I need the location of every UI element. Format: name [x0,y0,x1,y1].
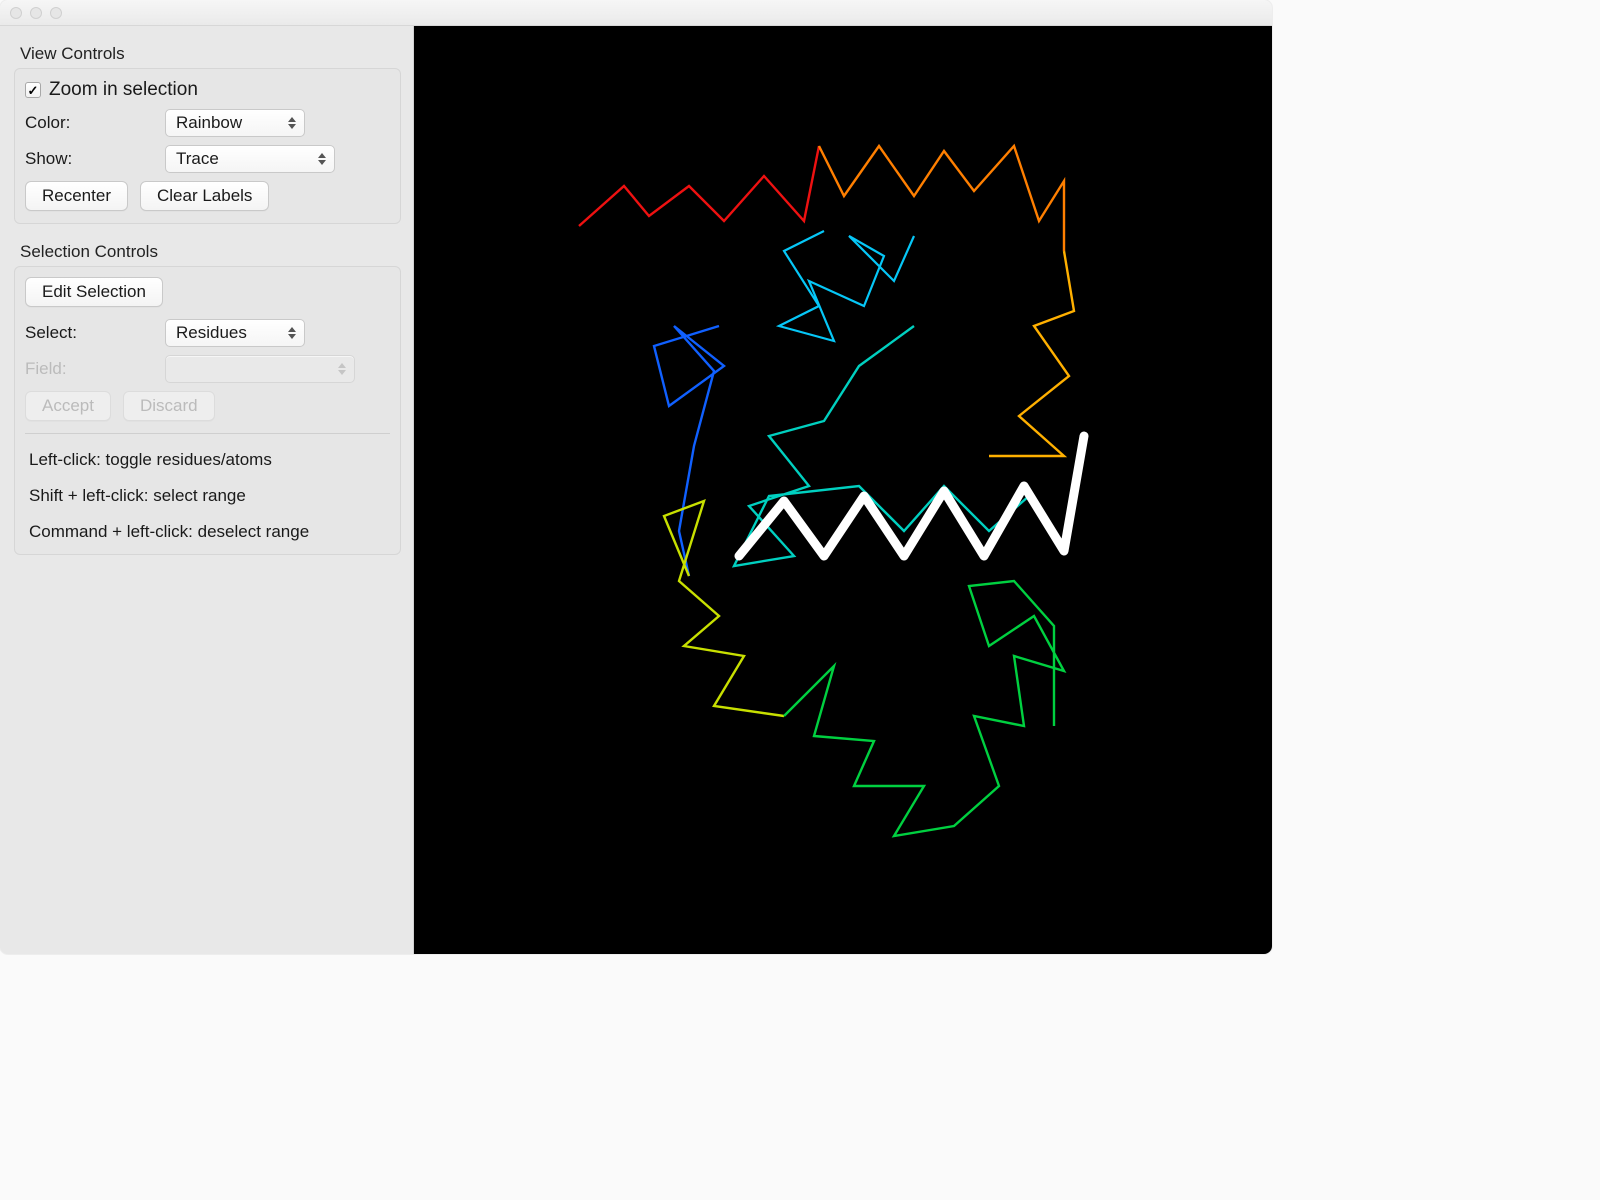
molecule-viewport[interactable] [414,26,1272,954]
zoom-selection-checkbox[interactable] [25,82,41,98]
select-select-value: Residues [176,323,247,343]
recenter-button[interactable]: Recenter [25,181,128,211]
edit-selection-button-label: Edit Selection [42,282,146,302]
accept-button-label: Accept [42,396,94,416]
field-label: Field: [25,359,155,379]
color-select[interactable]: Rainbow [165,109,305,137]
app-window: View Controls Zoom in selection Color: R… [0,0,1272,954]
field-select [165,355,355,383]
discard-button-label: Discard [140,396,198,416]
chevron-updown-icon [286,324,298,342]
titlebar [0,0,1272,26]
show-select-value: Trace [176,149,219,169]
chevron-updown-icon [316,150,328,168]
chevron-updown-icon [336,360,348,378]
view-controls-title: View Controls [20,44,401,64]
clear-labels-button[interactable]: Clear Labels [140,181,269,211]
selection-controls-panel: Edit Selection Select: Residues Field: [14,266,401,555]
select-select[interactable]: Residues [165,319,305,347]
chevron-updown-icon [286,114,298,132]
help-text: Command + left-click: deselect range [29,522,390,542]
edit-selection-button[interactable]: Edit Selection [25,277,163,307]
help-text: Left-click: toggle residues/atoms [29,450,390,470]
zoom-selection-label: Zoom in selection [49,79,198,101]
view-controls-panel: Zoom in selection Color: Rainbow Show: T… [14,68,401,224]
protein-trace [414,26,1272,954]
minimize-icon[interactable] [30,7,42,19]
selection-controls-title: Selection Controls [20,242,401,262]
select-label: Select: [25,323,155,343]
window-body: View Controls Zoom in selection Color: R… [0,26,1272,954]
zoom-icon[interactable] [50,7,62,19]
show-label: Show: [25,149,155,169]
recenter-button-label: Recenter [42,186,111,206]
show-select[interactable]: Trace [165,145,335,173]
sidebar: View Controls Zoom in selection Color: R… [0,26,414,954]
color-label: Color: [25,113,155,133]
clear-labels-button-label: Clear Labels [157,186,252,206]
help-text: Shift + left-click: select range [29,486,390,506]
color-select-value: Rainbow [176,113,242,133]
discard-button: Discard [123,391,215,421]
accept-button: Accept [25,391,111,421]
close-icon[interactable] [10,7,22,19]
